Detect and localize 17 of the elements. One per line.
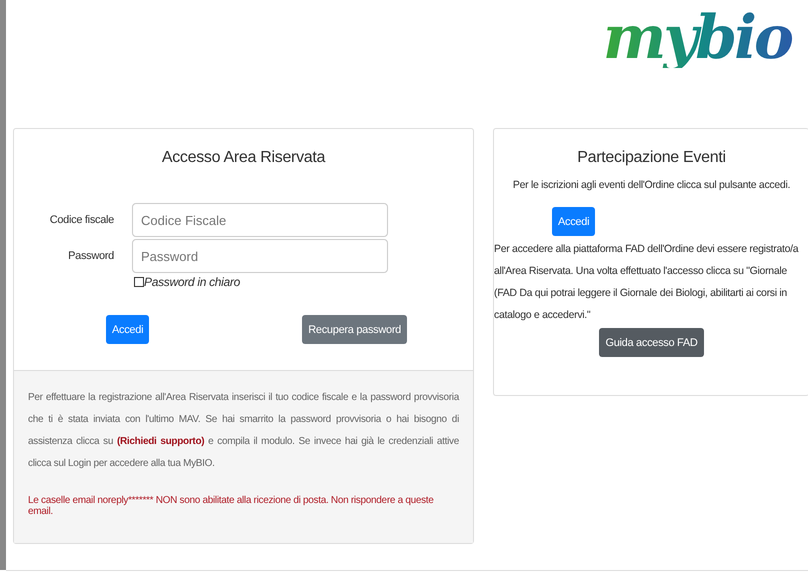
info-text: Per effettuare la registrazione all'Area Riservata inserisci il tuo codice fiscale e la password provvisoria che ti è stata inviata con l'ultimo MAV. Se hai smarrito la password provvisoria o hai bisogno di assistenza clicca su (Richiedi supporto) e compila il modulo. Se invece hai già le credenziali attive clicca sul Login per accedere alla tua MyBIO. [28, 391, 459, 471]
input-field[interactable]: Codice Fiscale [132, 203, 388, 237]
button[interactable]: Recupera password [302, 315, 407, 344]
support-link[interactable]: (Richiedi supporto) [116, 436, 204, 447]
field-label: Password [67, 250, 114, 262]
card-title: Partecipazione Eventi [576, 149, 727, 167]
field-label: Codice fiscale [48, 214, 114, 226]
checkbox[interactable] [134, 277, 144, 287]
warning-text: Le caselle email noreply******* NON sono abilitate alla ricezione di posta. Non rispondere a queste email. [28, 495, 435, 517]
input-field[interactable]: Password [132, 239, 388, 273]
checkbox-label: Password in chiaro [144, 275, 240, 289]
button[interactable]: Guida accesso FAD [599, 328, 704, 357]
button[interactable]: Accedi [552, 207, 596, 236]
card-title: Accesso Area Riservata [160, 149, 326, 167]
fad-text: Per accedere alla piattaforma FAD dell'Ordine devi essere registrato/a all'Area Riservata. Una volta effettuato l'accesso clicca su "Giornale (FAD Da qui potrai leggere il Giornale dei Biologi, abilitarti ai corsi in catalogo e accedervi." [494, 242, 800, 323]
intro-text: Per le iscrizioni agli eventi dell'Ordine clicca sul pulsante accedi. [512, 179, 792, 191]
button[interactable]: Accedi [106, 315, 150, 344]
